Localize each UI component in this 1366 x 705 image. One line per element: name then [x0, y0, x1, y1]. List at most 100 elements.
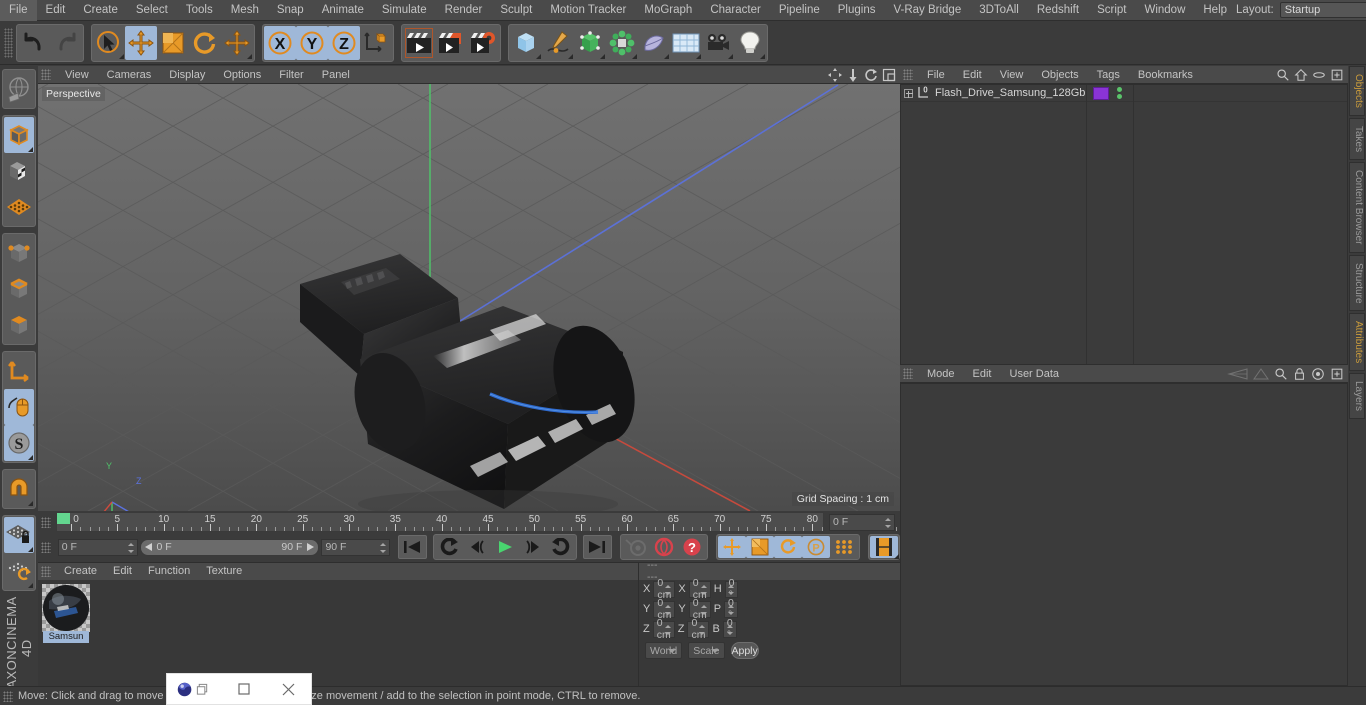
transport-end-frame-field[interactable]: 90 F	[321, 538, 390, 556]
coord-system-dropdown[interactable]: World	[645, 642, 683, 659]
menu-item-simulate[interactable]: Simulate	[373, 0, 436, 21]
move-button[interactable]	[125, 25, 157, 60]
close-window-icon[interactable]	[266, 674, 311, 704]
object-grip[interactable]	[903, 69, 913, 80]
workplane-rotate-button[interactable]	[4, 553, 34, 589]
menu-item-motion-tracker[interactable]: Motion Tracker	[541, 0, 635, 21]
menu-item-mesh[interactable]: Mesh	[222, 0, 268, 21]
pan-view-icon[interactable]	[828, 67, 842, 82]
polygons-mode-button[interactable]	[4, 307, 34, 343]
menu-item-edit[interactable]: Edit	[105, 563, 140, 580]
timeline-current-frame-field[interactable]: 0 F	[829, 513, 895, 531]
perspective-viewport[interactable]: Perspective Grid Spacing : 1 cm Y Z	[38, 84, 900, 511]
step-back-button[interactable]	[463, 536, 491, 558]
live-selection-button[interactable]	[93, 26, 125, 60]
scale-button[interactable]	[157, 26, 189, 60]
edges-mode-button[interactable]	[4, 271, 34, 307]
menu-item-create[interactable]: Create	[74, 0, 127, 21]
go-to-end-button[interactable]	[582, 535, 612, 559]
menu-item-mode[interactable]: Mode	[918, 365, 964, 383]
y-axis-button[interactable]: Y	[296, 25, 328, 60]
menu-item-file[interactable]: File	[918, 66, 954, 84]
coord-field-position-x[interactable]: 0 cm	[653, 577, 676, 601]
pla-key-button[interactable]: P	[802, 536, 830, 558]
object-row[interactable]: 0 Flash_Drive_Samsung_128Gb	[901, 85, 1347, 102]
go-to-start-button[interactable]	[397, 535, 427, 559]
visibility-dots-icon[interactable]	[1117, 87, 1122, 99]
record-key-button[interactable]	[622, 536, 650, 558]
make-editable-button[interactable]	[4, 71, 34, 107]
timeline-playhead[interactable]	[57, 513, 70, 524]
menu-item-animate[interactable]: Animate	[313, 0, 373, 21]
vertical-tab-takes[interactable]: Takes	[1349, 117, 1365, 161]
menu-item-view[interactable]: View	[56, 66, 98, 84]
rotation-key-button[interactable]	[774, 536, 802, 558]
render-settings-button[interactable]	[467, 26, 499, 60]
menu-item-objects[interactable]: Objects	[1032, 66, 1087, 84]
add-array-button[interactable]	[606, 26, 638, 60]
coord-field-position-y[interactable]: 0 cm	[653, 597, 676, 621]
undo-button[interactable]	[18, 26, 50, 60]
menu-item-panel[interactable]: Panel	[313, 66, 359, 84]
stepper-icon[interactable]	[885, 517, 891, 528]
menu-item-options[interactable]: Options	[214, 66, 270, 84]
menu-item-help[interactable]: Help	[1194, 0, 1236, 21]
stepper-icon[interactable]	[665, 584, 672, 595]
apply-button[interactable]: Apply	[730, 642, 759, 659]
step-forward-button[interactable]	[519, 536, 547, 558]
menu-item-edit[interactable]: Edit	[954, 66, 991, 84]
menu-item-create[interactable]: Create	[56, 563, 105, 580]
menu-item-filter[interactable]: Filter	[270, 66, 312, 84]
menu-item-script[interactable]: Script	[1088, 0, 1135, 21]
world-object-coord-button[interactable]	[360, 26, 392, 60]
rotate-view-icon[interactable]	[864, 68, 878, 82]
vertical-tab-objects[interactable]: Objects	[1349, 66, 1365, 116]
snap-magnet-button[interactable]	[4, 471, 34, 507]
maximize-window-icon[interactable]	[222, 674, 267, 704]
menu-item-user-data[interactable]: User Data	[1001, 365, 1069, 383]
menu-item-pipeline[interactable]: Pipeline	[770, 0, 829, 21]
position-key-button[interactable]	[718, 536, 746, 558]
stepper-icon[interactable]	[379, 542, 386, 553]
coord-field-rotation-b[interactable]: 0 °	[722, 617, 737, 641]
vertical-tab-structure[interactable]: Structure	[1349, 254, 1365, 312]
object-tree[interactable]: 0 Flash_Drive_Samsung_128Gb	[900, 84, 1348, 365]
target-icon[interactable]	[1311, 367, 1325, 381]
add-camera-button[interactable]	[702, 26, 734, 60]
material-grip[interactable]	[41, 566, 51, 577]
dolly-view-icon[interactable]	[846, 68, 860, 82]
new-panel-icon[interactable]	[1330, 367, 1344, 381]
previous-key-button[interactable]	[435, 536, 463, 558]
menu-item-character[interactable]: Character	[701, 0, 770, 21]
menu-item-sculpt[interactable]: Sculpt	[491, 0, 541, 21]
material-tag-icon[interactable]	[1093, 86, 1109, 100]
stepper-icon[interactable]	[726, 624, 733, 635]
stepper-icon[interactable]	[127, 542, 134, 553]
vertical-tab-content-browser[interactable]: Content Browser	[1349, 162, 1365, 253]
add-nurbs-button[interactable]	[574, 26, 606, 60]
layout-dropdown[interactable]: Startup	[1279, 2, 1366, 18]
coord-field-size-y[interactable]: 0 cm	[688, 597, 711, 621]
stepper-icon[interactable]	[664, 624, 671, 635]
attribute-content[interactable]	[900, 383, 1348, 686]
render-view-button[interactable]	[403, 26, 435, 60]
menu-item-snap[interactable]: Snap	[268, 0, 313, 21]
render-to-picture-viewer-button[interactable]	[435, 26, 467, 60]
menu-item-mograph[interactable]: MoGraph	[635, 0, 701, 21]
expand-icon[interactable]	[904, 88, 913, 98]
add-floor-button[interactable]	[670, 26, 702, 60]
next-key-button[interactable]	[547, 536, 575, 558]
stepper-icon[interactable]	[728, 584, 735, 595]
keyframe-selection-button[interactable]: ?	[678, 536, 706, 558]
status-grip[interactable]	[3, 690, 13, 702]
coord-field-size-z[interactable]: 0 cm	[687, 617, 710, 641]
coord-field-size-x[interactable]: 0 cm	[688, 577, 711, 601]
menu-item-cameras[interactable]: Cameras	[98, 66, 161, 84]
menu-item-window[interactable]: Window	[1135, 0, 1194, 21]
autokey-button[interactable]	[650, 536, 678, 558]
menu-item-file[interactable]: File	[0, 0, 37, 21]
scale-key-button[interactable]	[746, 536, 774, 558]
stepper-icon[interactable]	[727, 604, 734, 615]
menu-item-edit[interactable]: Edit	[964, 365, 1001, 383]
preview-range-bar[interactable]: 0 F 90 F	[139, 538, 320, 556]
